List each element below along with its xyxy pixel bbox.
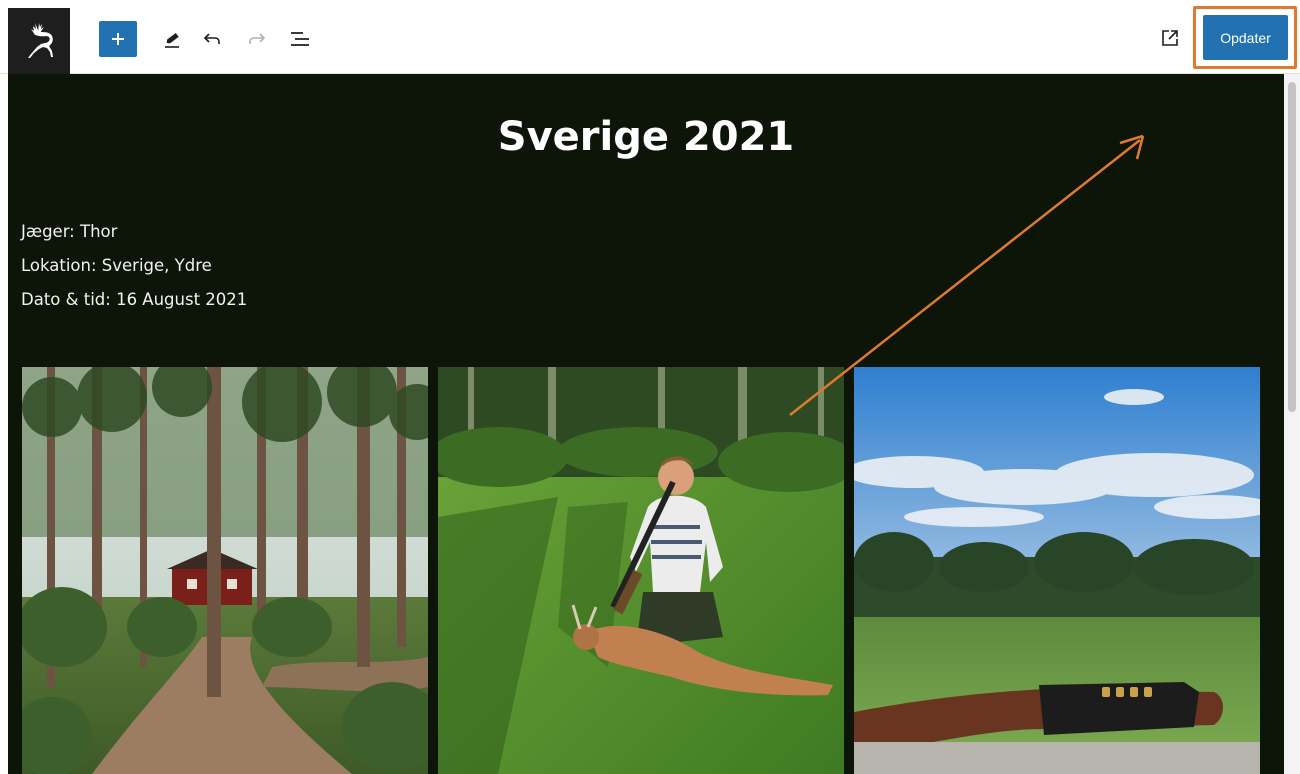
list-view-button[interactable]	[283, 22, 317, 56]
field-and-rifle-photo	[854, 367, 1260, 774]
update-button[interactable]: Opdater	[1203, 15, 1288, 60]
plus-icon	[112, 33, 124, 45]
view-post-button[interactable]	[1156, 24, 1184, 52]
editor-canvas: Sverige 2021 Jæger: Thor Lokation: Sveri…	[8, 74, 1284, 774]
tools-button[interactable]	[155, 22, 189, 56]
pencil-icon	[165, 33, 179, 48]
gallery-image-hunter-deer[interactable]	[438, 367, 844, 774]
add-block-button[interactable]	[99, 21, 137, 57]
undo-button[interactable]	[195, 22, 229, 56]
editor-toolbar: Opdater	[0, 0, 1300, 74]
gallery-image-field-rifle[interactable]	[854, 367, 1260, 774]
site-logo[interactable]	[8, 8, 70, 74]
redo-icon	[249, 33, 266, 44]
canvas-scrollbar-thumb[interactable]	[1288, 82, 1296, 412]
location-paragraph[interactable]: Lokation: Sverige, Ydre	[21, 256, 212, 275]
undo-icon	[203, 33, 220, 44]
hunter-with-deer-photo	[438, 367, 844, 774]
leaping-deer-icon	[28, 23, 53, 58]
date-paragraph[interactable]: Dato & tid: 16 August 2021	[21, 290, 247, 309]
gallery-image-forest-cabin[interactable]	[22, 367, 428, 774]
forest-cabin-photo	[22, 367, 428, 774]
list-view-icon	[291, 32, 309, 46]
redo-button[interactable]	[240, 22, 274, 56]
external-link-icon	[1162, 30, 1178, 46]
hunter-paragraph[interactable]: Jæger: Thor	[21, 222, 117, 241]
post-title[interactable]: Sverige 2021	[8, 114, 1284, 160]
